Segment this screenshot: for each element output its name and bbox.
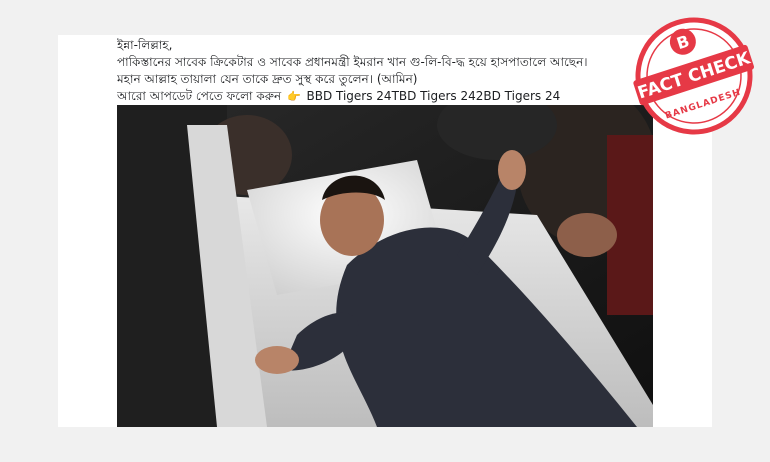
pointing-finger-icon: 👉	[286, 90, 301, 103]
post-photo	[117, 105, 653, 427]
post-line-4-prefix: আরো আপডেট পেতে ফলো করুন	[117, 89, 282, 103]
post-text: ইন্না-লিল্লাহ, পাকিস্তানের সাবেক ক্রিকেট…	[117, 37, 657, 105]
hospital-photo	[117, 105, 653, 427]
fact-check-stamp: B FACT CHECK BANGLADESH	[633, 17, 754, 135]
post-line-4-links[interactable]: BBD Tigers 24TBD Tigers 242BD Tigers 24	[306, 89, 560, 103]
post-line-4: আরো আপডেট পেতে ফলো করুন 👉 BBD Tigers 24T…	[117, 88, 657, 105]
post-line-3: মহান আল্লাহ তায়ালা যেন তাকে দ্রুত সুস্থ…	[117, 72, 418, 86]
post-line-2: পাকিস্তানের সাবেক ক্রিকেটার ও সাবেক প্রধ…	[117, 55, 588, 69]
post-line-1: ইন্না-লিল্লাহ,	[117, 38, 173, 52]
